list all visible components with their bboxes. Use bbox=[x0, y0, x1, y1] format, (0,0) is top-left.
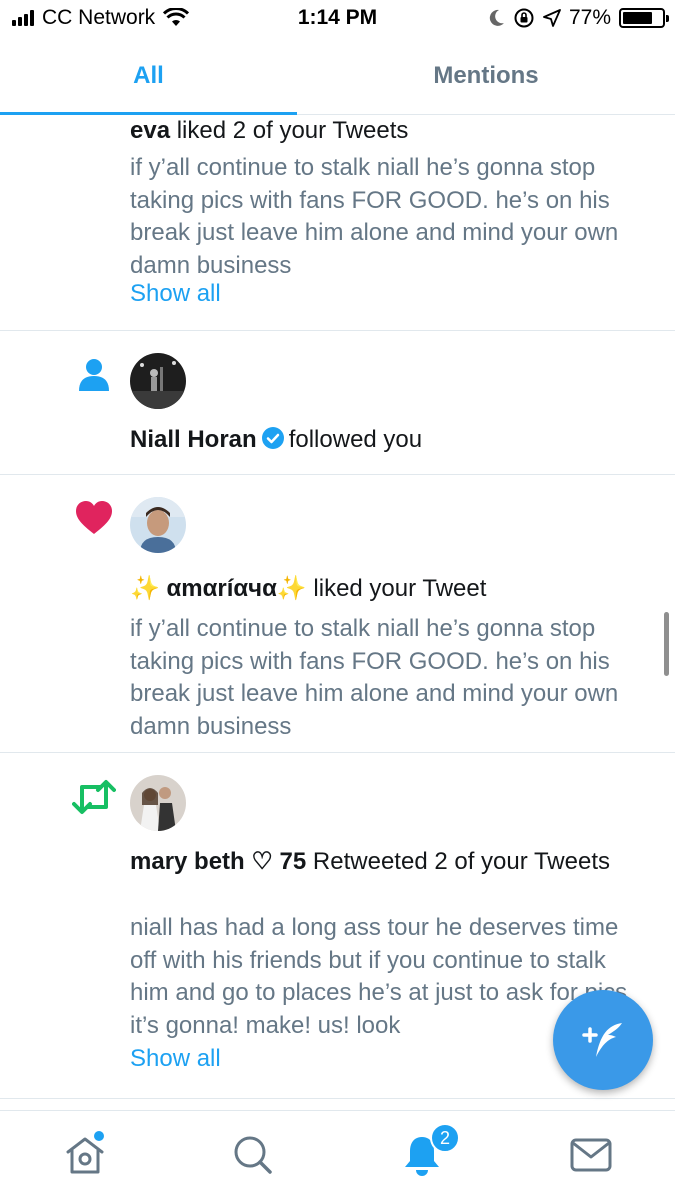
user-name[interactable]: eva bbox=[130, 117, 170, 144]
avatar[interactable] bbox=[130, 775, 186, 831]
notification-item[interactable]: Niall Horan followed you bbox=[0, 331, 675, 475]
notification-item[interactable]: eva liked 2 of your Tweets if y’all cont… bbox=[0, 115, 675, 331]
follow-person-icon bbox=[79, 359, 109, 391]
battery-percent: 77% bbox=[568, 6, 611, 29]
cell-signal-icon bbox=[12, 10, 34, 26]
notification-action: liked 2 of your Tweets bbox=[176, 117, 409, 144]
notification-headline: ✨ αmαríαчα✨ liked your Tweet bbox=[130, 573, 645, 605]
like-heart-icon bbox=[76, 501, 112, 534]
avatar[interactable] bbox=[130, 497, 186, 553]
scrollbar[interactable] bbox=[664, 612, 669, 676]
compose-feather-icon bbox=[582, 1023, 622, 1057]
home-new-indicator bbox=[94, 1131, 104, 1141]
tweet-text[interactable]: if y’all continue to stalk niall he’s go… bbox=[130, 613, 645, 743]
location-arrow-icon bbox=[543, 9, 561, 27]
status-bar: CC Network 1:14 PM 77% bbox=[0, 0, 675, 38]
nav-home[interactable] bbox=[55, 1125, 115, 1185]
carrier-name: CC Network bbox=[42, 6, 156, 29]
search-icon bbox=[234, 1136, 272, 1174]
notification-action: Retweeted 2 of your Tweets bbox=[312, 848, 610, 875]
notification-tabs: All Mentions bbox=[0, 38, 675, 115]
user-name[interactable]: mary beth ♡ 75 bbox=[130, 848, 306, 875]
tweet-text[interactable]: if y’all continue to stalk niall he’s go… bbox=[130, 152, 645, 282]
show-all-link[interactable]: Show all bbox=[130, 280, 221, 308]
tab-mentions[interactable]: Mentions bbox=[297, 38, 675, 114]
user-name[interactable]: ✨ αmαríαчα✨ bbox=[130, 575, 307, 602]
nav-messages[interactable] bbox=[561, 1125, 621, 1185]
notification-item[interactable]: ✨ αmαríαчα✨ liked your Tweet if y’all co… bbox=[0, 475, 675, 753]
notification-headline: Niall Horan followed you bbox=[130, 424, 645, 456]
notification-count-badge: 2 bbox=[430, 1123, 460, 1153]
notifications-feed[interactable]: eva liked 2 of your Tweets if y’all cont… bbox=[0, 115, 675, 1110]
moon-icon bbox=[489, 9, 504, 26]
notification-headline: mary beth ♡ 75 Retweeted 2 of your Tweet… bbox=[130, 846, 645, 878]
notification-action: liked your Tweet bbox=[313, 575, 487, 602]
show-all-link[interactable]: Show all bbox=[130, 1045, 221, 1073]
retweet-icon bbox=[72, 780, 116, 814]
status-right: 77% bbox=[489, 6, 669, 30]
user-name[interactable]: Niall Horan bbox=[130, 426, 257, 453]
notification-headline: eva liked 2 of your Tweets bbox=[130, 115, 645, 147]
bottom-navigation: 2 bbox=[0, 1110, 675, 1201]
rotation-lock-icon bbox=[514, 8, 534, 28]
wifi-icon bbox=[163, 8, 190, 26]
tab-all[interactable]: All bbox=[0, 38, 297, 114]
verified-badge-icon bbox=[261, 427, 284, 449]
messages-icon bbox=[570, 1138, 612, 1172]
avatar[interactable] bbox=[130, 353, 186, 409]
compose-tweet-button[interactable] bbox=[553, 990, 653, 1090]
nav-search[interactable] bbox=[223, 1125, 283, 1185]
battery-icon bbox=[619, 8, 669, 28]
notification-action: followed you bbox=[288, 426, 423, 453]
status-left: CC Network bbox=[12, 6, 190, 30]
